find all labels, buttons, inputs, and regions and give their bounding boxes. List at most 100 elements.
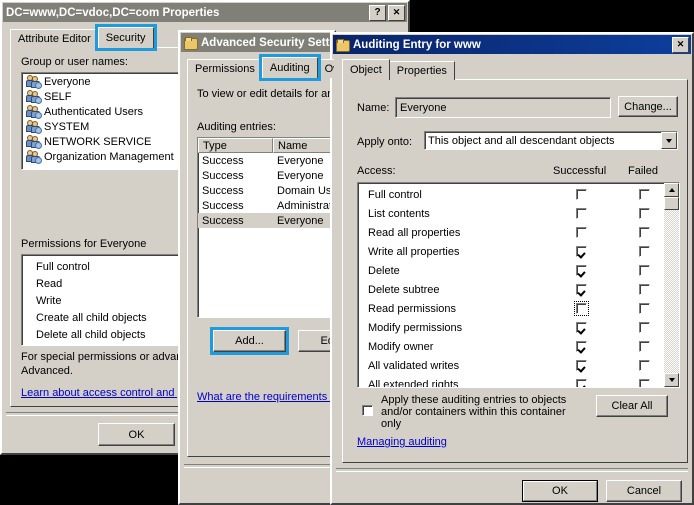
tab-object[interactable]: Object — [342, 59, 390, 80]
auditing-entries-table[interactable]: Type Name Success Everyone Success Every… — [197, 137, 334, 318]
successful-checkbox[interactable] — [576, 208, 587, 219]
successful-checkbox[interactable] — [576, 227, 587, 238]
failed-checkbox[interactable] — [639, 208, 650, 219]
scrollbar-track[interactable] — [664, 210, 679, 373]
access-row-label: All extended rights — [368, 378, 459, 388]
access-row[interactable]: Full control — [358, 185, 664, 204]
chevron-down-icon[interactable] — [661, 132, 677, 149]
managing-auditing-link[interactable]: Managing auditing — [357, 436, 447, 448]
successful-checkbox[interactable] — [576, 265, 587, 276]
failed-checkbox[interactable] — [639, 303, 650, 314]
table-row[interactable]: Success Everyone — [198, 168, 334, 183]
close-button[interactable]: ✕ — [388, 4, 405, 21]
table-cell-name: Domain Users — [277, 184, 334, 197]
apply-checkbox-label-line2: and/or containers within this container — [381, 406, 566, 418]
table-row[interactable]: Success Everyone — [198, 213, 334, 228]
ok-button[interactable]: OK — [522, 480, 598, 502]
table-cell-type: Success — [202, 154, 244, 167]
chevron-down-glyph — [666, 138, 672, 143]
failed-checkbox[interactable] — [639, 189, 650, 200]
failed-checkbox[interactable] — [639, 379, 650, 387]
access-row-label: Delete — [368, 264, 400, 277]
successful-checkbox[interactable] — [576, 322, 587, 333]
tab-properties[interactable]: Properties — [388, 61, 455, 80]
list-item-label: NETWORK SERVICE — [44, 135, 152, 148]
access-row-label: Full control — [368, 188, 422, 201]
help-button[interactable]: ? — [369, 4, 386, 21]
change-button[interactable]: Change... — [618, 96, 678, 117]
table-cell-type: Success — [202, 199, 244, 212]
advanced-security-settings-dialog: Advanced Security Settings for www Permi… — [178, 30, 336, 505]
tab-attribute-editor[interactable]: Attribute Editor — [10, 29, 99, 48]
successful-checkbox[interactable] — [576, 360, 587, 371]
successful-checkbox[interactable] — [576, 246, 587, 257]
access-row[interactable]: Modify permissions — [358, 318, 664, 337]
scroll-down-icon — [668, 378, 675, 382]
successful-checkbox[interactable] — [576, 379, 587, 387]
access-list[interactable]: Full control List contents Read all prop… — [357, 182, 680, 388]
close-button[interactable]: ✕ — [672, 36, 689, 53]
failed-checkbox[interactable] — [639, 341, 650, 352]
access-row[interactable]: Write all properties — [358, 242, 664, 261]
auditing-entry-dialog: Auditing Entry for www ✕ Object Properti… — [330, 32, 694, 505]
name-field[interactable]: Everyone — [395, 97, 611, 118]
access-row[interactable]: All validated writes — [358, 356, 664, 375]
access-row[interactable]: Modify owner — [358, 337, 664, 356]
tab-auditing-label: Auditing — [269, 62, 310, 74]
tab-auditing[interactable]: Auditing — [258, 54, 321, 81]
apply-checkbox-label-line1: Apply these auditing entries to objects — [381, 394, 567, 406]
failed-checkbox[interactable] — [639, 227, 650, 238]
failed-checkbox[interactable] — [639, 360, 650, 371]
ok-button[interactable]: OK — [98, 423, 175, 446]
access-row[interactable]: All extended rights — [358, 375, 664, 387]
access-list-body: Full control List contents Read all prop… — [358, 183, 664, 387]
permissions-label: Permissions for Everyone — [21, 238, 147, 250]
table-cell-name: Everyone — [277, 169, 324, 182]
access-row[interactable]: Delete subtree — [358, 280, 664, 299]
column-header-type[interactable]: Type — [198, 138, 273, 153]
clear-all-button[interactable]: Clear All — [596, 395, 668, 417]
auditing-entry-tabstrip: Object Properties — [342, 59, 686, 80]
user-group-icon — [26, 75, 42, 89]
cancel-button[interactable]: Cancel — [606, 480, 682, 502]
auditing-requirements-link[interactable]: What are the requirements for auditing o… — [197, 391, 334, 403]
failed-checkbox[interactable] — [639, 284, 650, 295]
access-row[interactable]: Read permissions — [358, 299, 664, 318]
column-successful-label: Successful — [553, 165, 607, 177]
failed-checkbox[interactable] — [639, 265, 650, 276]
object-tab-panel: Name: Everyone Change... Apply onto: Thi… — [342, 79, 688, 463]
apply-to-container-checkbox[interactable] — [362, 405, 373, 416]
tab-security[interactable]: Security — [94, 24, 157, 51]
access-row[interactable]: Read all properties — [358, 223, 664, 242]
access-list-scrollbar[interactable] — [664, 183, 679, 387]
tab-permissions[interactable]: Permissions — [187, 59, 263, 78]
access-row[interactable]: List contents — [358, 204, 664, 223]
list-item-label: Delete all child objects — [36, 328, 146, 341]
scrollbar-thumb[interactable] — [664, 197, 679, 210]
table-cell-type: Success — [202, 184, 244, 197]
scroll-down-button[interactable] — [664, 373, 679, 387]
properties-titlebar[interactable]: DC=www,DC=vdoc,DC=com Properties ? ✕ — [3, 3, 407, 22]
list-item-label: Write — [36, 294, 62, 307]
table-row[interactable]: Success Domain Users — [198, 183, 334, 198]
access-row[interactable]: Delete — [358, 261, 664, 280]
tab-permissions-label: Permissions — [195, 63, 255, 75]
successful-checkbox[interactable] — [576, 189, 587, 200]
add-button-label: Add... — [235, 335, 264, 347]
access-row-label: Read permissions — [368, 302, 457, 315]
scroll-up-button[interactable] — [664, 183, 679, 197]
apply-onto-select[interactable]: This object and all descendant objects — [424, 131, 678, 150]
access-row-label: List contents — [368, 207, 430, 220]
table-row[interactable]: Success Administrators — [198, 198, 334, 213]
tab-owner[interactable]: Owner — [316, 59, 334, 78]
successful-checkbox[interactable] — [576, 341, 587, 352]
failed-checkbox[interactable] — [639, 246, 650, 257]
table-row[interactable]: Success Everyone — [198, 153, 334, 168]
column-header-name[interactable]: Name — [273, 138, 334, 153]
successful-checkbox[interactable] — [576, 284, 587, 295]
scroll-up-icon — [668, 188, 675, 192]
add-button[interactable]: Add... — [210, 327, 289, 355]
failed-checkbox[interactable] — [639, 322, 650, 333]
successful-checkbox[interactable] — [574, 301, 589, 316]
name-label: Name: — [357, 102, 390, 114]
